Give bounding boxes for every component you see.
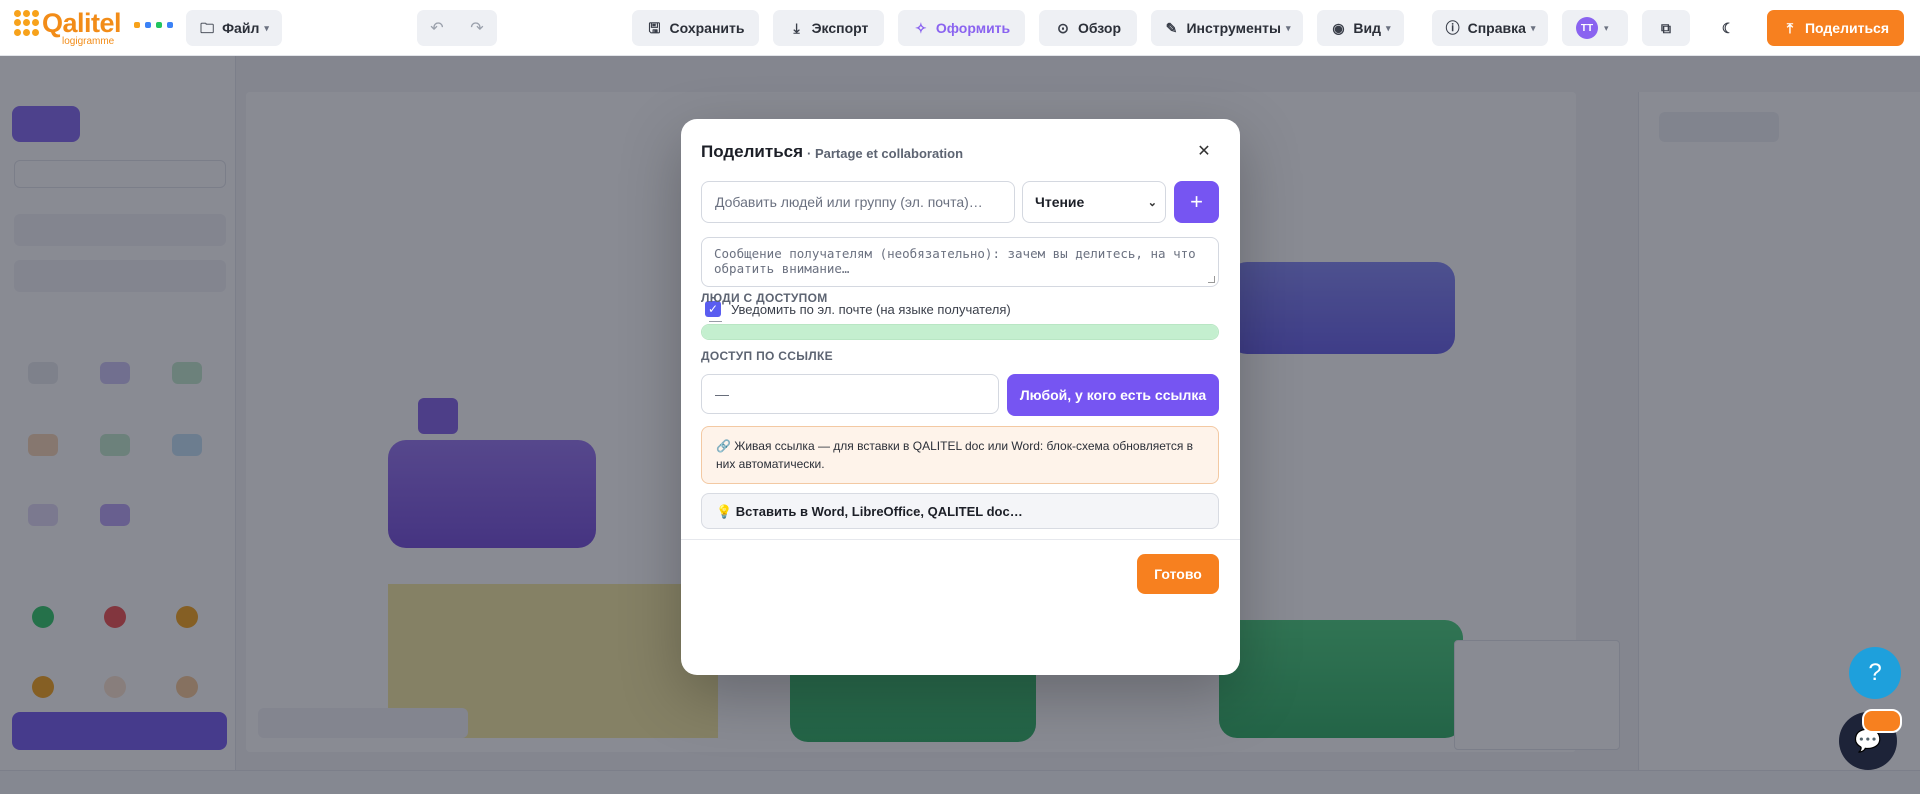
design-label: Оформить [935, 20, 1011, 36]
link-section-title: ДОСТУП ПО ССЫЛКЕ [701, 349, 833, 363]
moon-icon: ☾ [1721, 20, 1735, 36]
app-logo[interactable]: Qalitel logigramme [14, 8, 174, 48]
done-button[interactable]: Готово [1137, 554, 1219, 594]
export-label: Экспорт [811, 20, 869, 36]
save-label: Сохранить [669, 20, 745, 36]
resize-handle-icon[interactable] [1208, 276, 1215, 283]
share-dialog: Поделиться · Partage et collaboration ✕ … [681, 119, 1240, 675]
tools-label: Инструменты [1186, 20, 1281, 36]
share-button[interactable]: ⤒ Поделиться [1767, 10, 1904, 46]
close-icon[interactable]: ✕ [1193, 140, 1215, 162]
dialog-subtitle: · Partage et collaboration [807, 146, 964, 161]
embed-tip-toggle[interactable]: 💡 Вставить в Word, LibreOffice, QALITEL … [701, 493, 1219, 529]
people-section-title: ЛЮДИ С ДОСТУПОМ [701, 291, 828, 305]
link-access-button[interactable]: Любой, у кого есть ссылка [1007, 374, 1219, 416]
save-icon: 🖫 [648, 20, 661, 36]
tools-menu-button[interactable]: ✎ Инструменты ▾ [1151, 10, 1303, 46]
design-button[interactable]: ✧ Оформить [898, 10, 1025, 46]
live-link-info: 🔗 Живая ссылка — для вставки в QALITEL d… [701, 426, 1219, 484]
people-empty-text: — [709, 313, 722, 328]
caret-down-icon: ▾ [1286, 22, 1291, 33]
undo-redo-group: ↶ ↷ [417, 10, 497, 46]
message-textarea[interactable]: Сообщение получателям (необязательно): з… [701, 237, 1219, 287]
caret-down-icon: ▾ [264, 22, 269, 33]
logo-dots-icon [14, 10, 40, 36]
file-menu-button[interactable]: 🗀 Файл ▾ [186, 10, 282, 46]
help-fab[interactable]: ? [1849, 647, 1901, 699]
present-button[interactable]: ⧉ [1642, 10, 1690, 46]
add-person-button[interactable]: + [1174, 181, 1219, 223]
share-label: Поделиться [1804, 20, 1890, 36]
folder-icon: 🗀 [200, 20, 215, 36]
logo-flow-icon [134, 22, 174, 30]
eye-icon: ◉ [1332, 20, 1345, 36]
view-menu-button[interactable]: ◉ Вид ▾ [1317, 10, 1404, 46]
redo-icon[interactable]: ↷ [470, 18, 483, 38]
download-icon: ⤓ [793, 20, 800, 36]
permission-value: Чтение [1035, 194, 1085, 210]
undo-icon[interactable]: ↶ [430, 18, 443, 38]
pencil-icon: ✎ [1165, 20, 1178, 36]
user-menu-button[interactable]: TT ▾ [1562, 10, 1628, 46]
dialog-title: Поделиться [701, 142, 804, 161]
save-button[interactable]: 🖫 Сохранить [632, 10, 759, 46]
review-label: Обзор [1077, 20, 1122, 36]
share-status-bar [701, 324, 1219, 340]
add-people-input[interactable]: Добавить людей или группу (эл. почта)… [701, 181, 1015, 223]
share-status-fill [702, 325, 1218, 339]
sparkle-icon: ✧ [914, 20, 927, 36]
compass-icon: ⊙ [1057, 20, 1069, 36]
footer-divider [681, 539, 1240, 540]
dark-mode-toggle[interactable]: ☾ [1704, 10, 1752, 46]
help-circle-icon: ⓘ [1445, 20, 1460, 36]
chevron-down-icon: ⌄ [1147, 196, 1157, 209]
chat-badge [1862, 709, 1902, 733]
view-label: Вид [1353, 20, 1382, 36]
permission-select[interactable]: Чтение ⌄ [1022, 181, 1166, 223]
avatar: TT [1576, 17, 1598, 39]
caret-down-icon: ▾ [1604, 22, 1609, 33]
export-button[interactable]: ⤓ Экспорт [773, 10, 884, 46]
message-placeholder: Сообщение получателям (необязательно): з… [714, 246, 1196, 276]
logo-wordmark: Qalitel [42, 8, 122, 38]
caret-down-icon: ▾ [1386, 22, 1391, 33]
presentation-icon: ⧉ [1661, 20, 1671, 36]
help-label: Справка [1467, 20, 1526, 36]
file-menu-label: Файл [222, 20, 260, 36]
logo-subtitle: logigramme [62, 36, 115, 47]
help-menu-button[interactable]: ⓘ Справка ▾ [1432, 10, 1548, 46]
top-toolbar: Qalitel logigramme 🗀 Файл ▾ ↶ ↷ 🖫 Сохран… [0, 0, 1920, 56]
upload-icon: ⤒ [1786, 20, 1794, 36]
review-button[interactable]: ⊙ Обзор [1039, 10, 1137, 46]
share-link-field[interactable]: — [701, 374, 999, 414]
caret-down-icon: ▾ [1530, 22, 1536, 33]
